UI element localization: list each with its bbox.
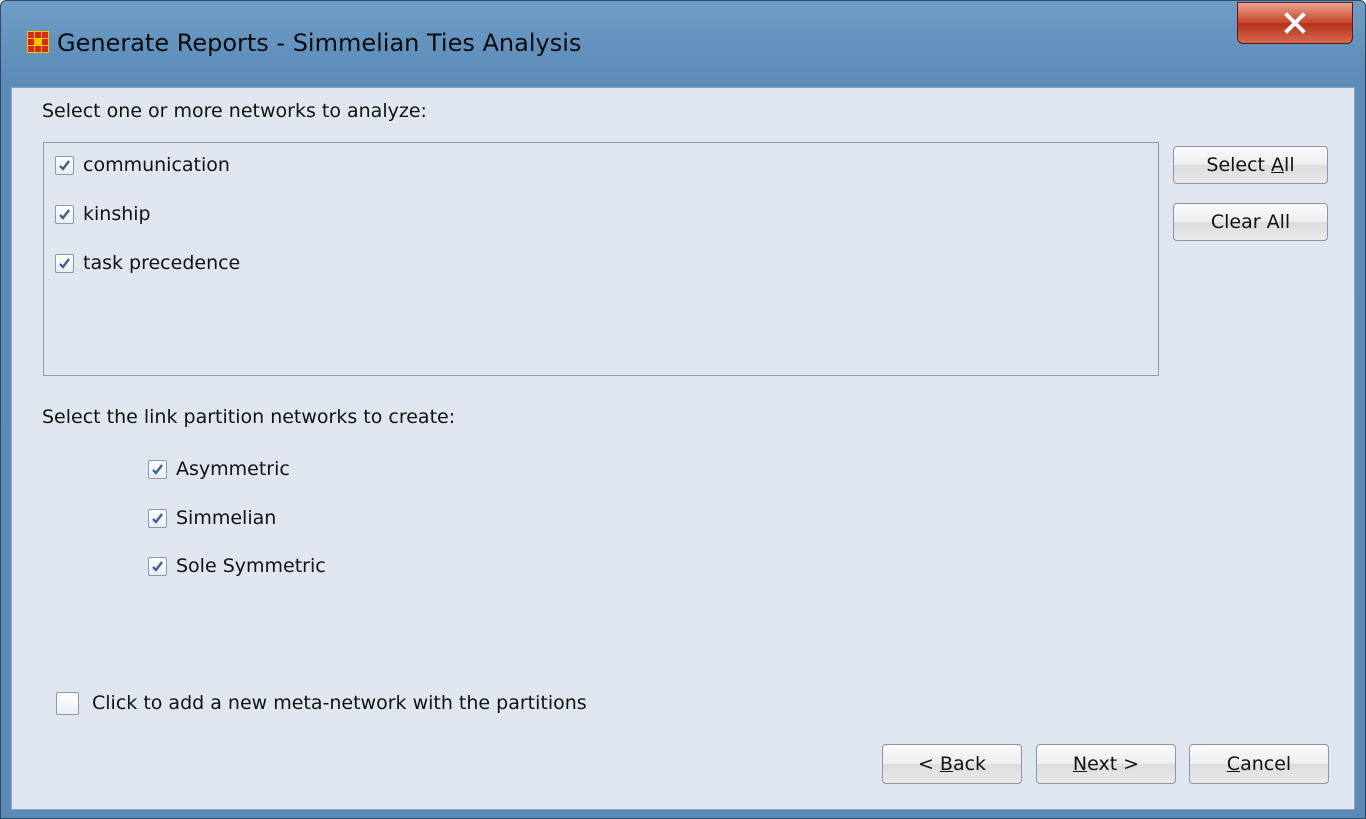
- network-item-communication[interactable]: communication: [55, 150, 230, 180]
- mnemonic-letter: N: [1072, 753, 1088, 775]
- network-item-kinship[interactable]: kinship: [55, 199, 151, 229]
- mnemonic-letter: A: [1271, 154, 1285, 176]
- button-label-part: ll: [1284, 154, 1295, 176]
- mnemonic-letter: C: [1226, 753, 1241, 775]
- checkbox[interactable]: [148, 508, 167, 528]
- checkmark-icon: [152, 463, 163, 475]
- button-label-part: <: [917, 753, 940, 775]
- checkmark-icon: [59, 257, 70, 269]
- partition-item-label: Asymmetric: [176, 458, 290, 480]
- networks-prompt: Select one or more networks to analyze:: [42, 100, 427, 122]
- network-item-label: communication: [83, 154, 230, 176]
- checkbox[interactable]: [55, 204, 74, 224]
- partition-item-asymmetric[interactable]: Asymmetric: [148, 454, 290, 484]
- checkbox[interactable]: [55, 155, 74, 175]
- clear-all-button[interactable]: Clear All: [1173, 203, 1328, 241]
- partition-item-label: Simmelian: [176, 507, 277, 529]
- partition-item-label: Sole Symmetric: [176, 555, 326, 577]
- partition-item-sole-symmetric[interactable]: Sole Symmetric: [148, 551, 326, 581]
- checkbox[interactable]: [56, 691, 79, 715]
- cancel-button[interactable]: Cancel: [1189, 744, 1329, 784]
- meta-network-label: Click to add a new meta-network with the…: [92, 692, 587, 714]
- dialog-window: Generate Reports - Simmelian Ties Analys…: [0, 0, 1366, 819]
- button-label-part: ack: [952, 753, 987, 775]
- close-x-icon: [1284, 12, 1306, 34]
- button-label-part: Select: [1206, 154, 1272, 176]
- checkmark-icon: [59, 208, 70, 220]
- checkbox[interactable]: [55, 253, 74, 273]
- checkmark-icon: [152, 512, 163, 524]
- button-label-part: ext >: [1087, 753, 1140, 775]
- title-bar[interactable]: Generate Reports - Simmelian Ties Analys…: [1, 1, 1365, 87]
- button-label-part: ancel: [1240, 753, 1292, 775]
- network-item-label: kinship: [83, 203, 151, 225]
- back-button[interactable]: < Back: [882, 744, 1022, 784]
- next-button[interactable]: Next >: [1036, 744, 1176, 784]
- checkbox[interactable]: [148, 556, 167, 576]
- meta-network-option[interactable]: Click to add a new meta-network with the…: [56, 688, 587, 718]
- network-item-label: task precedence: [83, 252, 241, 274]
- window-title: Generate Reports - Simmelian Ties Analys…: [57, 29, 582, 57]
- network-list: communication kinship task precedence: [43, 142, 1159, 376]
- select-all-button[interactable]: Select All: [1173, 146, 1328, 184]
- partitions-prompt: Select the link partition networks to cr…: [42, 406, 456, 428]
- partition-item-simmelian[interactable]: Simmelian: [148, 503, 276, 533]
- checkmark-icon: [59, 159, 70, 171]
- checkmark-icon: [152, 560, 163, 572]
- network-grid-icon: [27, 31, 49, 53]
- mnemonic-letter: B: [939, 753, 953, 775]
- checkbox[interactable]: [148, 459, 167, 479]
- network-item-task-precedence[interactable]: task precedence: [55, 248, 240, 278]
- dialog-content: Select one or more networks to analyze: …: [11, 87, 1355, 810]
- close-button[interactable]: [1237, 2, 1353, 44]
